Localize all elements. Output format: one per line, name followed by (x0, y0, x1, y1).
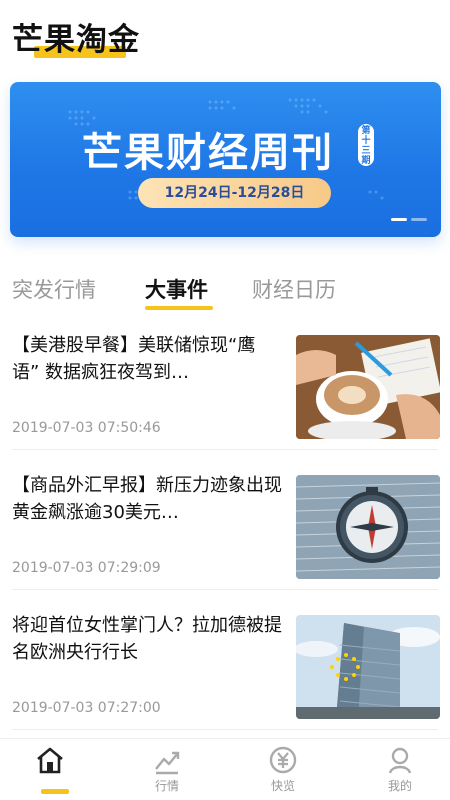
news-title: 将迎首位女性掌门人？拉加德被提名欧洲央行行长 (12, 615, 282, 663)
user-icon (388, 747, 412, 774)
tabbar-label: 行情 (154, 779, 179, 793)
yuan-coin-icon (269, 746, 297, 774)
tabbar-home[interactable] (5, 745, 95, 797)
active-tab-indicator (145, 306, 213, 310)
home-active-indicator (41, 789, 69, 794)
news-item[interactable]: 【商品外汇早报】新压力迹象出现黄金飙涨逾30美元… 2019-07-03 07:… (0, 460, 450, 590)
news-title: 【商品外汇早报】新压力迹象出现黄金飙涨逾30美元… (12, 475, 282, 523)
banner-issue-badge: 第十三期 (358, 124, 374, 166)
bottom-tab-bar: 行情 快览 我的 (0, 738, 450, 800)
news-timestamp: 2019-07-03 07:29:09 (12, 560, 161, 576)
promo-banner[interactable]: 芒果财经周刊 第十三期 12月24日-12月28日 (10, 82, 441, 237)
home-icon (37, 747, 63, 774)
tabbar-profile[interactable]: 我的 (355, 745, 445, 797)
news-item[interactable]: 【美港股早餐】美联储惊现“鹰语” 数据疯狂夜驾到… 2019-07-03 07:… (0, 320, 450, 450)
news-thumbnail-ecb-tower (296, 615, 440, 719)
tab-major-events[interactable]: 大事件 (145, 274, 208, 304)
tabbar-label: 我的 (387, 779, 412, 793)
banner-heading: 芒果财经周刊 (82, 130, 334, 176)
banner-date-range: 12月24日-12月28日 (138, 178, 331, 208)
tab-breaking-quotes[interactable]: 突发行情 (12, 274, 96, 304)
category-tabs: 突发行情 大事件 财经日历 (0, 266, 450, 314)
app-title: 芒果淘金 (12, 22, 140, 58)
news-timestamp: 2019-07-03 07:50:46 (12, 420, 161, 436)
carousel-indicator (391, 218, 427, 221)
trend-chart-icon (155, 751, 180, 775)
carousel-dot-active[interactable] (391, 218, 407, 221)
news-thumbnail-coffee (296, 335, 440, 439)
tabbar-quotes[interactable]: 行情 (122, 745, 212, 797)
tabbar-label: 快览 (270, 779, 295, 793)
tabbar-overview[interactable]: 快览 (238, 745, 328, 797)
news-item[interactable]: 将迎首位女性掌门人？拉加德被提名欧洲央行行长 2019-07-03 07:27:… (0, 600, 450, 730)
news-title: 【美港股早餐】美联储惊现“鹰语” 数据疯狂夜驾到… (12, 335, 256, 383)
divider (12, 729, 438, 730)
carousel-dot[interactable] (411, 218, 427, 221)
news-timestamp: 2019-07-03 07:27:00 (12, 700, 161, 716)
divider (12, 589, 438, 590)
divider (12, 449, 438, 450)
tab-finance-calendar[interactable]: 财经日历 (252, 274, 336, 304)
app-header: 芒果淘金 (0, 0, 450, 70)
news-thumbnail-compass (296, 475, 440, 579)
